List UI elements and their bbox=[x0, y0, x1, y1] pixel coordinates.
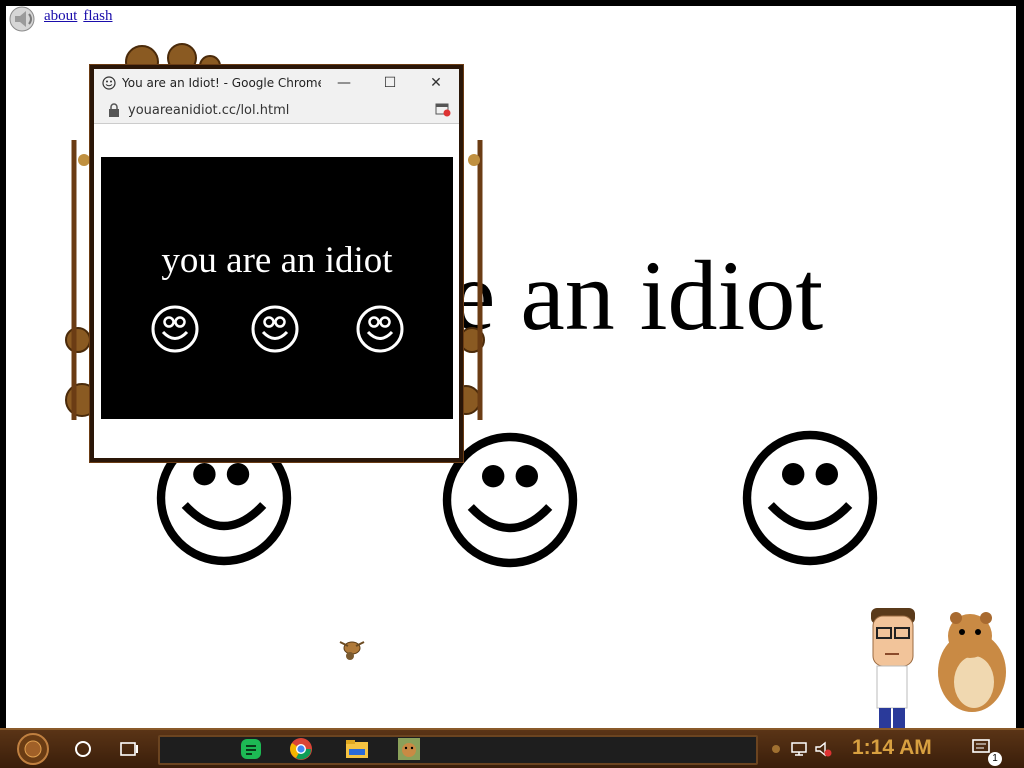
chrome-popup-window[interactable]: You are an Idiot! - Google Chrome — ☐ ✕ … bbox=[90, 65, 463, 462]
smiley-icon bbox=[151, 305, 199, 353]
flash-link[interactable]: flash bbox=[83, 8, 112, 25]
notification-count-badge: 1 bbox=[988, 752, 1002, 766]
smiley-icon bbox=[742, 430, 878, 566]
volume-muted-icon[interactable] bbox=[810, 736, 836, 762]
smiley-icon bbox=[356, 305, 404, 353]
cartoon-man-icon bbox=[871, 608, 915, 728]
start-button[interactable] bbox=[8, 732, 58, 766]
lock-icon bbox=[109, 103, 119, 117]
green-app-icon[interactable] bbox=[238, 736, 264, 762]
top-links-bar: about flash bbox=[6, 6, 113, 32]
minimize-button[interactable]: — bbox=[321, 69, 367, 97]
hamster-icon bbox=[938, 612, 1006, 712]
taskbar: 1:14 AM 1 bbox=[0, 728, 1024, 768]
flying-gadget-icon bbox=[339, 641, 365, 660]
smiley-icon bbox=[251, 305, 299, 353]
taskbar-clock[interactable]: 1:14 AM bbox=[852, 736, 932, 760]
address-bar[interactable]: youareanidiot.cc/lol.html bbox=[94, 97, 459, 124]
url-text[interactable]: youareanidiot.cc/lol.html bbox=[128, 103, 435, 118]
big-phrase: e an idiot bbox=[451, 240, 824, 351]
hamster-app-icon[interactable] bbox=[396, 736, 422, 762]
task-view-icon[interactable] bbox=[116, 736, 142, 762]
window-title: You are an Idiot! - Google Chrome bbox=[122, 76, 321, 90]
popup-blocked-icon[interactable] bbox=[435, 103, 451, 117]
network-icon[interactable] bbox=[786, 736, 812, 762]
window-titlebar[interactable]: You are an Idiot! - Google Chrome — ☐ ✕ bbox=[94, 69, 459, 97]
idiot-animation-stage: you are an idiot bbox=[101, 157, 453, 419]
file-explorer-icon[interactable] bbox=[344, 736, 370, 762]
close-button[interactable]: ✕ bbox=[413, 69, 459, 97]
cortana-circle-icon[interactable] bbox=[70, 736, 96, 762]
notifications-icon[interactable]: 1 bbox=[970, 736, 1002, 766]
maximize-button[interactable]: ☐ bbox=[367, 69, 413, 97]
chrome-icon[interactable] bbox=[288, 736, 314, 762]
speaker-icon[interactable] bbox=[8, 6, 38, 34]
about-link[interactable]: about bbox=[44, 8, 77, 25]
smiley-favicon-icon bbox=[102, 76, 116, 90]
stage-phrase: you are an idiot bbox=[161, 240, 393, 281]
